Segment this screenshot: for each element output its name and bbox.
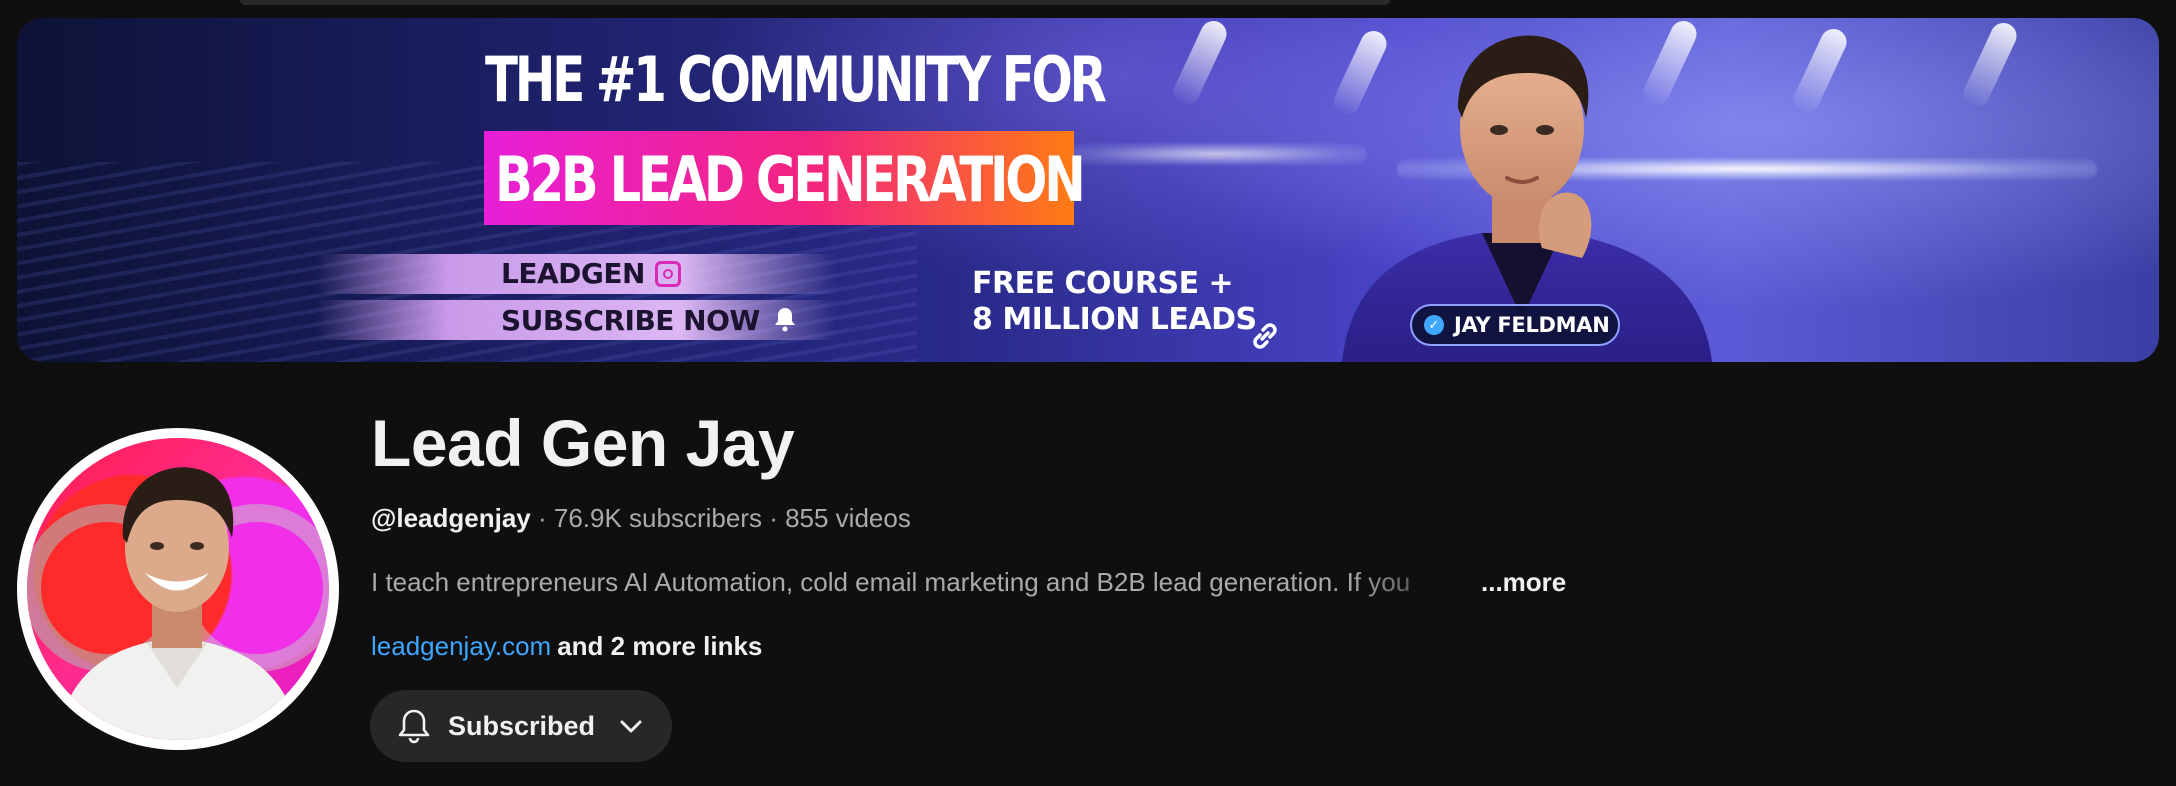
meta-separator: · — [761, 503, 786, 533]
banner-name-chip: ✓ JAY FELDMAN — [1410, 304, 1620, 346]
link-icon — [1253, 323, 1277, 349]
channel-name: Lead Gen Jay — [371, 406, 795, 480]
chevron-down-icon — [620, 720, 642, 733]
channel-banner: THE #1 COMMUNITY FOR B2B LEAD GENERATION… — [17, 18, 2159, 362]
website-link[interactable]: leadgenjay.com — [371, 631, 551, 661]
banner-offer-line2: 8 MILLION LEADS — [972, 302, 1257, 337]
video-count: 855 videos — [785, 503, 911, 533]
banner-subscribe-cta: SUBSCRIBE NOW — [501, 304, 760, 337]
channel-avatar[interactable] — [27, 438, 329, 740]
description-more-link[interactable]: ...more — [1481, 567, 1566, 597]
channel-description[interactable]: I teach entrepreneurs AI Automation, col… — [371, 565, 1566, 599]
instagram-icon — [655, 261, 681, 287]
channel-meta: @leadgenjay · 76.9K subscribers · 855 vi… — [371, 501, 911, 535]
description-text: I teach entrepreneurs AI Automation, col… — [371, 567, 1411, 597]
bell-icon — [775, 308, 795, 332]
banner-headline-line1: THE #1 COMMUNITY FOR — [485, 43, 1107, 116]
meta-separator: · — [530, 503, 554, 533]
banner-stadium-lights-left — [1067, 143, 1367, 165]
subscriber-count: 76.9K subscribers — [553, 503, 762, 533]
banner-headline-line2: B2B LEAD GENERATION — [495, 143, 1086, 216]
avatar-person-photo — [27, 467, 329, 740]
top-bar-edge — [240, 0, 1390, 5]
banner-spotlight — [1169, 18, 1231, 110]
channel-links: leadgenjay.com and 2 more links — [371, 629, 762, 663]
channel-handle: @leadgenjay — [371, 503, 531, 533]
verified-check-icon: ✓ — [1424, 315, 1444, 335]
banner-social-handle: LEADGEN — [501, 257, 645, 290]
banner-offer-line1: FREE COURSE + — [972, 266, 1234, 301]
banner-offer: FREE COURSE + 8 MILLION LEADS — [972, 266, 1257, 338]
banner-spotlight — [1959, 18, 2021, 112]
more-links-button[interactable]: and 2 more links — [557, 631, 762, 661]
banner-name-label: JAY FELDMAN — [1454, 313, 1610, 337]
subscribed-button[interactable]: Subscribed — [370, 690, 672, 762]
bell-icon — [398, 709, 430, 744]
subscribed-label: Subscribed — [448, 710, 596, 741]
banner-spotlight — [1789, 24, 1851, 118]
